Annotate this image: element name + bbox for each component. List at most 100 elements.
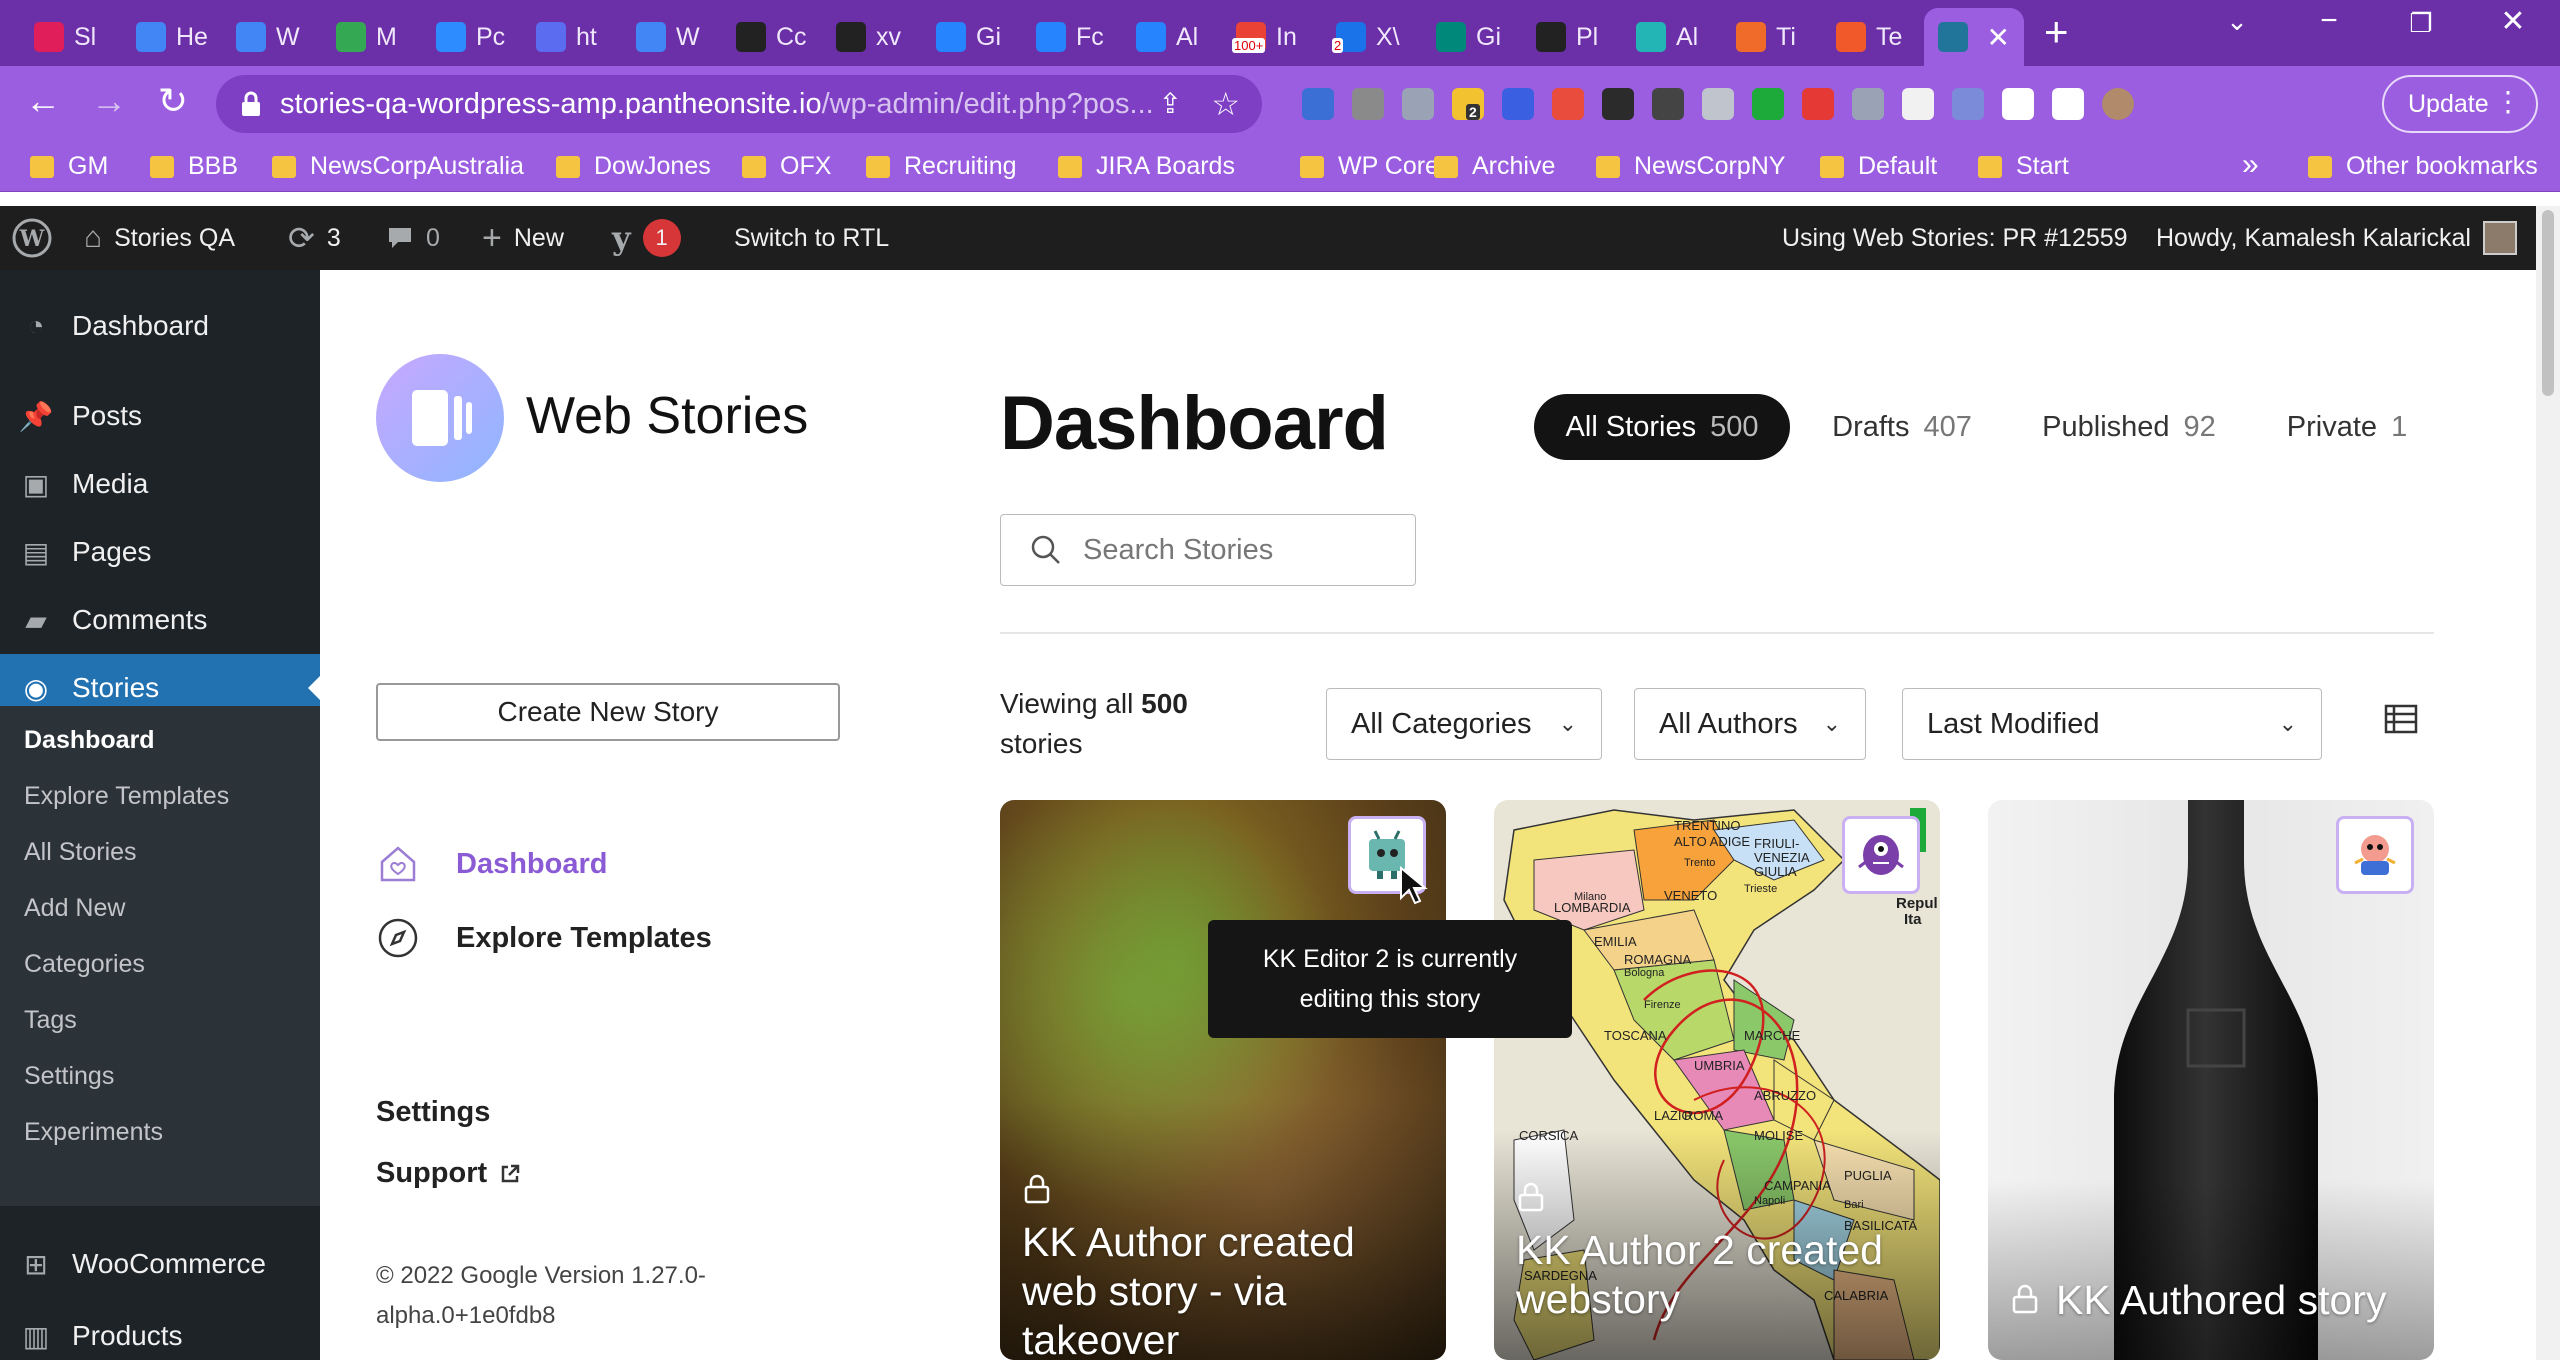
browser-tab[interactable]: Pc: [422, 8, 520, 66]
submenu-item-dashboard[interactable]: Dashboard: [24, 726, 155, 755]
reload-icon[interactable]: ↻: [150, 80, 196, 122]
browser-tab[interactable]: Fc: [1022, 8, 1120, 66]
author-select[interactable]: All Authors ⌄: [1634, 688, 1866, 760]
bookmark-item[interactable]: DowJones: [556, 152, 711, 181]
browser-tab[interactable]: Pl: [1522, 8, 1620, 66]
list-view-icon[interactable]: [2384, 704, 2418, 739]
bookmark-item[interactable]: Default: [1820, 152, 1937, 181]
bolt-icon[interactable]: [1852, 88, 1884, 120]
restore-icon[interactable]: ❐: [2396, 8, 2446, 39]
page-scrollbar[interactable]: [2536, 206, 2560, 1360]
browser-tab[interactable]: 2 X\: [1322, 8, 1420, 66]
minimize-icon[interactable]: −: [2304, 4, 2354, 38]
circle-dots-icon[interactable]: [1602, 88, 1634, 120]
settings-link[interactable]: Settings: [376, 1096, 490, 1129]
sidebar-item-products[interactable]: ▥ Products: [0, 1302, 320, 1360]
browser-tab[interactable]: Al: [1622, 8, 1720, 66]
submenu-item-tags[interactable]: Tags: [24, 1006, 77, 1035]
filter-drafts[interactable]: Drafts 407: [1812, 394, 1992, 460]
sidepanel-icon[interactable]: [2052, 88, 2084, 120]
site-name-link[interactable]: ⌂ Stories QA: [84, 206, 235, 270]
g-extension-icon[interactable]: [1952, 88, 1984, 120]
story-card[interactable]: TRENTINO ALTO ADIGE FRIULI- VENEZIA GIULIA VE…: [1494, 800, 1940, 1360]
sidebar-item-woocommerce[interactable]: ⊞ WooCommerce: [0, 1230, 320, 1298]
forward-arrow-icon[interactable]: →: [86, 80, 132, 122]
bookmark-item[interactable]: OFX: [742, 152, 831, 181]
star-icon[interactable]: ☆: [1211, 85, 1240, 123]
seo-icon[interactable]: [1552, 88, 1584, 120]
filter-published[interactable]: Published 92: [2024, 394, 2234, 460]
bookmark-item[interactable]: JIRA Boards: [1058, 152, 1235, 181]
eraser-icon[interactable]: [1402, 88, 1434, 120]
bookmark-item[interactable]: WP Core: [1300, 152, 1439, 181]
puzzle-icon[interactable]: [2002, 88, 2034, 120]
sidebar-item-media[interactable]: ▣ Media: [0, 450, 320, 518]
browser-tab[interactable]: W: [622, 8, 720, 66]
yoast-link[interactable]: y 1: [612, 206, 681, 270]
ghost-icon[interactable]: [1902, 88, 1934, 120]
story-card[interactable]: KK Author created web story - via takeov…: [1000, 800, 1446, 1360]
story-card[interactable]: KK Authored story: [1988, 800, 2434, 1360]
browser-tab[interactable]: ht: [522, 8, 620, 66]
address-bar[interactable]: stories-qa-wordpress-amp.pantheonsite.io…: [216, 75, 1262, 133]
sidebar-item-comments[interactable]: ▰ Comments: [0, 586, 320, 654]
submenu-item-categories[interactable]: Categories: [24, 950, 145, 979]
d-extension-icon[interactable]: [1502, 88, 1534, 120]
browser-tab[interactable]: Al: [1122, 8, 1220, 66]
spy-icon[interactable]: [1652, 88, 1684, 120]
create-new-story-button[interactable]: Create New Story: [376, 683, 840, 741]
browser-tab[interactable]: ✕: [1924, 8, 2024, 66]
w-extension-icon[interactable]: [1352, 88, 1384, 120]
using-webstories-pr[interactable]: Using Web Stories: PR #12559: [1782, 206, 2128, 270]
updates-link[interactable]: ⟳ 3: [288, 206, 341, 270]
bookmark-item[interactable]: GM: [30, 152, 108, 181]
author-avatar-icon[interactable]: [1842, 816, 1920, 894]
bookmark-item[interactable]: Archive: [1434, 152, 1555, 181]
new-content-link[interactable]: + New: [482, 206, 564, 270]
close-window-icon[interactable]: ✕: [2488, 4, 2538, 39]
browser-tab[interactable]: Sl: [20, 8, 118, 66]
browser-tab[interactable]: W: [222, 8, 320, 66]
nav-explore-templates[interactable]: Explore Templates: [376, 916, 712, 960]
bulb-icon[interactable]: 2: [1452, 88, 1484, 120]
browser-tab[interactable]: Ti: [1722, 8, 1820, 66]
support-link[interactable]: Support: [376, 1157, 521, 1190]
sort-select[interactable]: Last Modified ⌄: [1902, 688, 2322, 760]
submenu-item-explore-templates[interactable]: Explore Templates: [24, 782, 229, 811]
howdy-user-link[interactable]: Howdy, Kamalesh Kalarickal: [2156, 206, 2517, 270]
bookmark-item[interactable]: BBB: [150, 152, 238, 181]
profile-avatar-icon[interactable]: [2102, 88, 2134, 120]
switch-rtl-link[interactable]: Switch to RTL: [734, 206, 889, 270]
submenu-item-settings[interactable]: Settings: [24, 1062, 114, 1091]
wordpress-logo-icon[interactable]: W: [12, 206, 52, 270]
bookmark-other[interactable]: Other bookmarks: [2308, 152, 2538, 181]
kebab-menu-icon[interactable]: ⋮: [2494, 85, 2522, 118]
tab-close-icon[interactable]: ✕: [1987, 21, 2024, 54]
nav-dashboard[interactable]: Dashboard: [376, 842, 607, 886]
submenu-item-add-new[interactable]: Add New: [24, 894, 125, 923]
browser-tab[interactable]: Gi: [922, 8, 1020, 66]
re-extension-icon[interactable]: [1302, 88, 1334, 120]
tab-search-chevron-icon[interactable]: ⌄: [2212, 6, 2262, 37]
browser-tab[interactable]: xv: [822, 8, 920, 66]
filter-private[interactable]: Private 1: [2262, 394, 2432, 460]
browser-tab[interactable]: Te: [1822, 8, 1920, 66]
share-icon[interactable]: ⇪: [1159, 87, 1182, 120]
sidebar-item-dashboard[interactable]: ◔ Dashboard: [0, 292, 320, 360]
back-arrow-icon[interactable]: ←: [20, 80, 66, 122]
submenu-item-all-stories[interactable]: All Stories: [24, 838, 137, 867]
bookmarks-more-icon[interactable]: »: [2242, 148, 2259, 182]
bookmark-item[interactable]: NewsCorpAustralia: [272, 152, 524, 181]
browser-tab[interactable]: M: [322, 8, 420, 66]
green-square-icon[interactable]: [1752, 88, 1784, 120]
image-icon[interactable]: [1702, 88, 1734, 120]
bookmark-item[interactable]: NewsCorpNY: [1596, 152, 1785, 181]
bookmark-item[interactable]: Recruiting: [866, 152, 1017, 181]
sidebar-item-posts[interactable]: 📌 Posts: [0, 382, 320, 450]
browser-tab[interactable]: 100+ In: [1222, 8, 1320, 66]
bookmark-item[interactable]: Start: [1978, 152, 2069, 181]
hand-icon[interactable]: [1802, 88, 1834, 120]
search-field[interactable]: Search Stories: [1000, 514, 1416, 586]
submenu-item-experiments[interactable]: Experiments: [24, 1118, 163, 1147]
scrollbar-thumb[interactable]: [2542, 210, 2554, 396]
